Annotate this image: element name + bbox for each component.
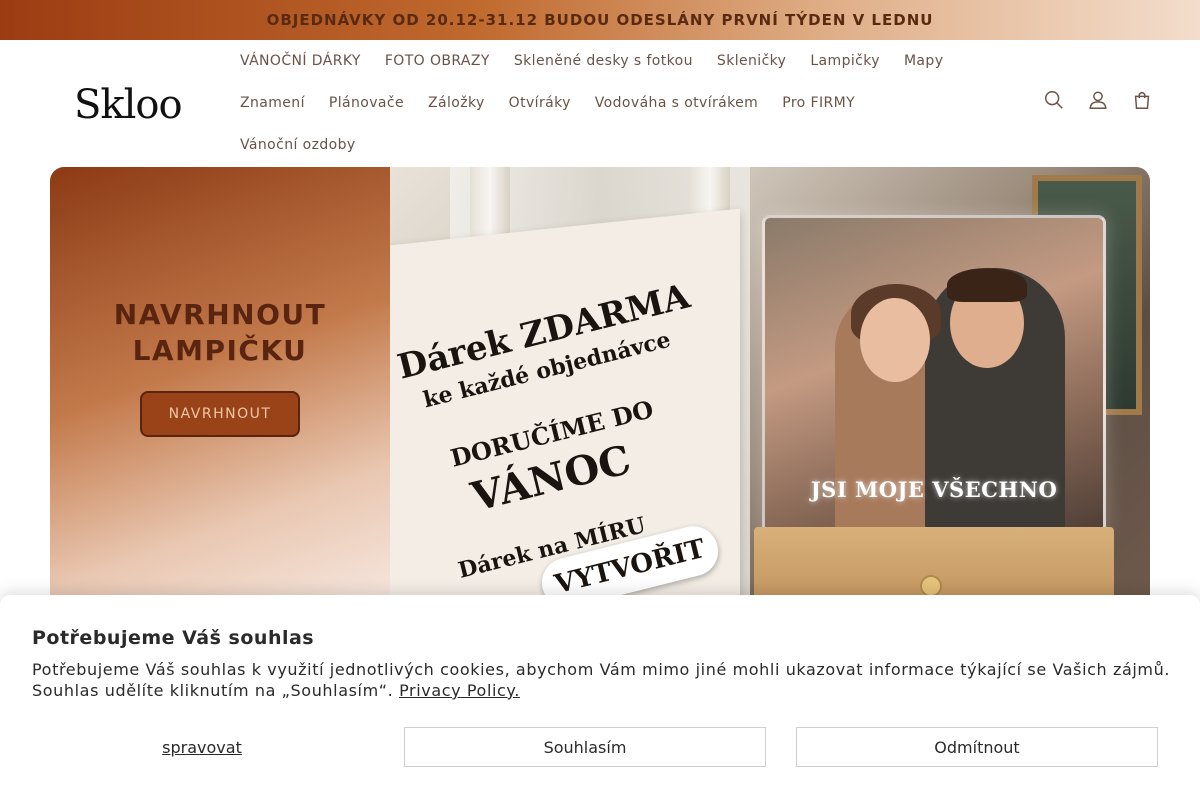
logo[interactable]: Skloo [74,82,183,128]
face-shape [860,298,930,382]
announcement-bar: OBJEDNÁVKY OD 20.12-31.12 BUDOU ODESLÁNY… [0,0,1200,40]
lamp-switch [920,575,942,597]
nav-item-sklenicky[interactable]: Skleničky [705,53,798,69]
hero-title: NAVRHNOUT LAMPIČKU [113,298,327,367]
nav-item-foto-obrazy[interactable]: FOTO OBRAZY [373,53,502,69]
nav-row-3: Vánoční ozdoby [228,124,988,166]
hero-left-panel: NAVRHNOUT LAMPIČKU NAVRHNOUT [50,167,390,607]
glass-caption: JSI MOJE VŠECHNO [810,477,1058,502]
nav-item-vanocni-darky[interactable]: VÁNOČNÍ DÁRKY [228,53,373,69]
nav-item-otviraky[interactable]: Otvíráky [497,95,583,111]
announcement-text: OBJEDNÁVKY OD 20.12-31.12 BUDOU ODESLÁNY… [266,11,934,29]
cookie-consent-banner: Potřebujeme Váš souhlas Potřebujeme Váš … [0,595,1200,800]
reject-button[interactable]: Odmítnout [796,727,1158,767]
design-lamp-button[interactable]: NAVRHNOUT [140,391,300,437]
hero-promo-image[interactable]: Dárek ZDARMA ke každé objednávce DORUČÍM… [390,167,1150,607]
privacy-policy-link[interactable]: Privacy Policy. [399,681,520,700]
main-nav: VÁNOČNÍ DÁRKY FOTO OBRAZY Skleněné desky… [228,40,988,166]
hero-banner: NAVRHNOUT LAMPIČKU NAVRHNOUT Dárek ZDARM… [50,167,1150,607]
search-icon[interactable] [1042,88,1066,112]
nav-item-mapy[interactable]: Mapy [892,53,955,69]
nav-item-lampicky[interactable]: Lampičky [798,53,892,69]
site-header: Skloo VÁNOČNÍ DÁRKY FOTO OBRAZY Skleněné… [0,40,1200,167]
nav-item-vanocni-ozdoby[interactable]: Vánoční ozdoby [228,137,368,153]
manage-cookies-button[interactable]: spravovat [32,727,372,767]
consent-body: Potřebujeme Váš souhlas k využití jednot… [32,660,1171,700]
glass-photo-product: JSI MOJE VŠECHNO [762,215,1106,535]
consent-text: Potřebujeme Váš souhlas k využití jednot… [32,659,1172,701]
nav-row-2: Znamení Plánovače Záložky Otvíráky Vodov… [228,82,988,124]
account-icon[interactable] [1086,88,1110,112]
consent-title: Potřebujeme Váš souhlas [32,627,315,649]
agree-button[interactable]: Souhlasím [404,727,766,767]
nav-item-pro-firmy[interactable]: Pro FIRMY [770,95,867,111]
nav-item-sklenene-desky[interactable]: Skleněné desky s fotkou [502,53,705,69]
header-icons [1042,88,1154,112]
nav-row-1: VÁNOČNÍ DÁRKY FOTO OBRAZY Skleněné desky… [228,40,988,82]
hair-shape [947,268,1027,302]
nav-item-vodovaha[interactable]: Vodováha s otvírákem [583,95,770,111]
cart-icon[interactable] [1130,88,1154,112]
nav-item-planovace[interactable]: Plánovače [317,95,416,111]
nav-item-zalozky[interactable]: Záložky [416,95,497,111]
nav-item-znameni[interactable]: Znamení [228,95,317,111]
